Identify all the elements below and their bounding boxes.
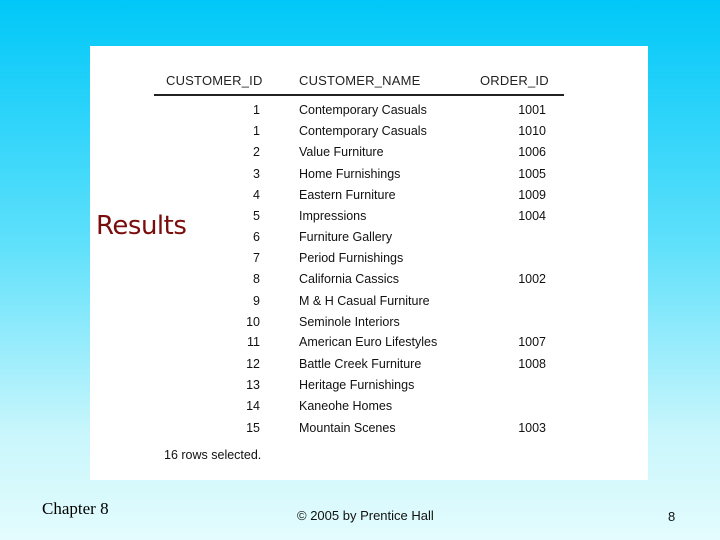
customer-id-cell: 6 <box>253 230 260 244</box>
customer-name-cell: Contemporary Casuals <box>299 124 427 138</box>
customer-name-cell: Home Furnishings <box>299 167 401 181</box>
customer-id-cell: 12 <box>246 357 260 371</box>
customer-id-cell: 13 <box>246 378 260 392</box>
table-row: 14 Kaneohe Homes <box>90 399 648 419</box>
order-id-cell: 1010 <box>518 124 546 138</box>
table-row: 11 American Euro Lifestyles 1007 <box>90 335 648 355</box>
customer-name-cell: Kaneohe Homes <box>299 399 393 413</box>
table-row: 1 Contemporary Casuals 1001 <box>90 103 648 123</box>
table-row: 13 Heritage Furnishings <box>90 378 648 398</box>
customer-id-cell: 14 <box>246 399 260 413</box>
column-header-customer-id: CUSTOMER_ID <box>166 73 263 88</box>
customer-id-cell: 11 <box>247 335 260 349</box>
table-row: 7 Period Furnishings <box>90 251 648 271</box>
customer-name-cell: Heritage Furnishings <box>299 378 415 392</box>
customer-name-cell: Seminole Interiors <box>299 315 400 329</box>
customer-name-cell: Furniture Gallery <box>299 230 393 244</box>
customer-name-cell: Period Furnishings <box>299 251 404 265</box>
header-divider <box>154 94 564 96</box>
customer-id-cell: 2 <box>253 145 260 159</box>
table-row: 12 Battle Creek Furniture 1008 <box>90 357 648 377</box>
customer-id-cell: 7 <box>253 251 260 265</box>
customer-name-cell: American Euro Lifestyles <box>299 335 438 349</box>
customer-name-cell: Contemporary Casuals <box>299 103 427 117</box>
table-row: 15 Mountain Scenes 1003 <box>90 421 648 441</box>
customer-name-cell: Value Furniture <box>299 145 384 159</box>
order-id-cell: 1007 <box>518 335 546 349</box>
table-row: 2 Value Furniture 1006 <box>90 145 648 165</box>
order-id-cell: 1008 <box>518 357 546 371</box>
slide-title: Results <box>96 211 187 241</box>
order-id-cell: 1006 <box>518 145 546 159</box>
table-row: 10 Seminole Interiors <box>90 315 648 335</box>
customer-name-cell: Impressions <box>299 209 367 223</box>
order-id-cell: 1004 <box>518 209 546 223</box>
customer-id-cell: 10 <box>246 315 260 329</box>
column-header-customer-name: CUSTOMER_NAME <box>299 73 421 88</box>
order-id-cell: 1005 <box>518 167 546 181</box>
footer-chapter: Chapter 8 <box>42 499 109 518</box>
customer-id-cell: 5 <box>253 209 260 223</box>
table-row: 9 M & H Casual Furniture <box>90 294 648 314</box>
customer-name-cell: Eastern Furniture <box>299 188 396 202</box>
customer-id-cell: 9 <box>253 294 260 308</box>
customer-id-cell: 1 <box>253 103 260 117</box>
customer-name-cell: California Cassics <box>299 272 400 286</box>
table-row: 1 Contemporary Casuals 1010 <box>90 124 648 144</box>
table-row: 8 California Cassics 1002 <box>90 272 648 292</box>
customer-name-cell: M & H Casual Furniture <box>299 294 430 308</box>
order-id-cell: 1001 <box>518 103 546 117</box>
row-count-text: 16 rows selected. <box>164 448 262 462</box>
table-row: 3 Home Furnishings 1005 <box>90 167 648 187</box>
order-id-cell: 1009 <box>518 188 546 202</box>
customer-id-cell: 15 <box>246 421 260 435</box>
customer-name-cell: Battle Creek Furniture <box>299 357 422 371</box>
customer-id-cell: 8 <box>253 272 260 286</box>
customer-name-cell: Mountain Scenes <box>299 421 396 435</box>
customer-id-cell: 3 <box>253 167 260 181</box>
order-id-cell: 1002 <box>518 272 546 286</box>
order-id-cell: 1003 <box>518 421 546 435</box>
query-results-panel: CUSTOMER_ID CUSTOMER_NAME ORDER_ID 1 Cont… <box>90 46 648 480</box>
footer-copyright: © 2005 by Prentice Hall <box>297 508 434 523</box>
table-row: 4 Eastern Furniture 1009 <box>90 188 648 208</box>
column-header-order-id: ORDER_ID <box>480 73 549 88</box>
page-number: 8 <box>668 509 676 524</box>
customer-id-cell: 1 <box>253 124 260 138</box>
customer-id-cell: 4 <box>253 188 260 202</box>
